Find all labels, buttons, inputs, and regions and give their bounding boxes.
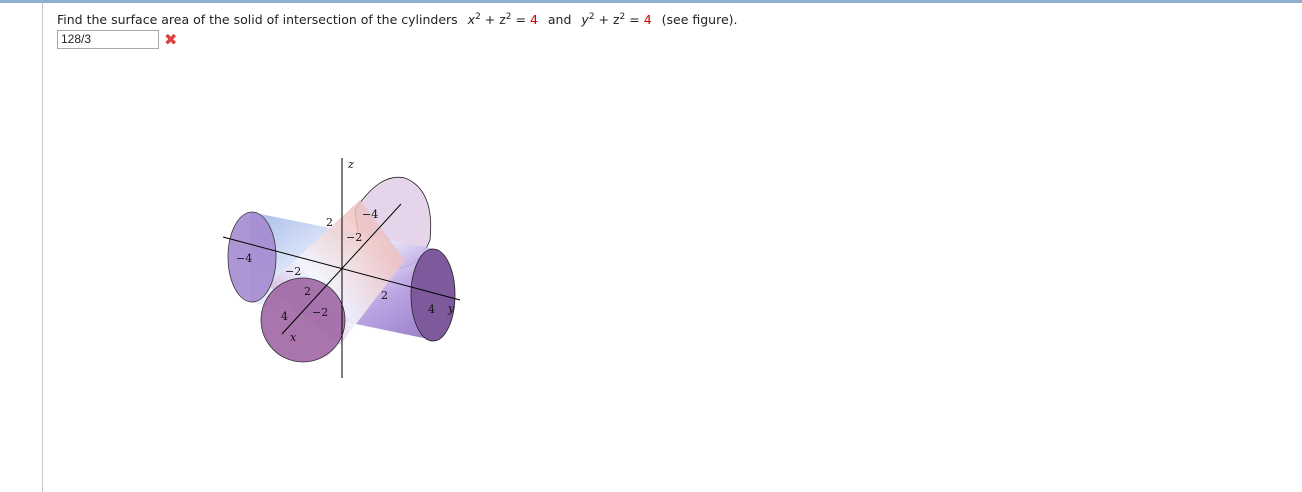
tick-y-4: 4 [428,303,435,316]
tick-y-2: 2 [381,289,388,302]
z-axis-label: z [347,158,354,171]
y-axis-label: y [447,302,455,315]
tick-y-neg4: −4 [236,252,252,265]
y-cylinder-right-cap [410,248,456,342]
tick-x-neg2: −2 [346,231,362,244]
tick-z-2: 2 [326,216,333,229]
x-axis-label: x [290,331,297,344]
cylinders-figure: z y x 2 −2 −4 −2 −4 −2 2 4 2 4 [222,158,461,378]
tick-z-neg2: −2 [312,306,328,319]
tick-x-2: 2 [304,285,311,298]
tick-y-neg2: −2 [285,265,301,278]
tick-x-4: 4 [281,310,288,323]
tick-x-neg4: −4 [362,208,378,221]
x-cylinder-front-cap [260,277,346,363]
